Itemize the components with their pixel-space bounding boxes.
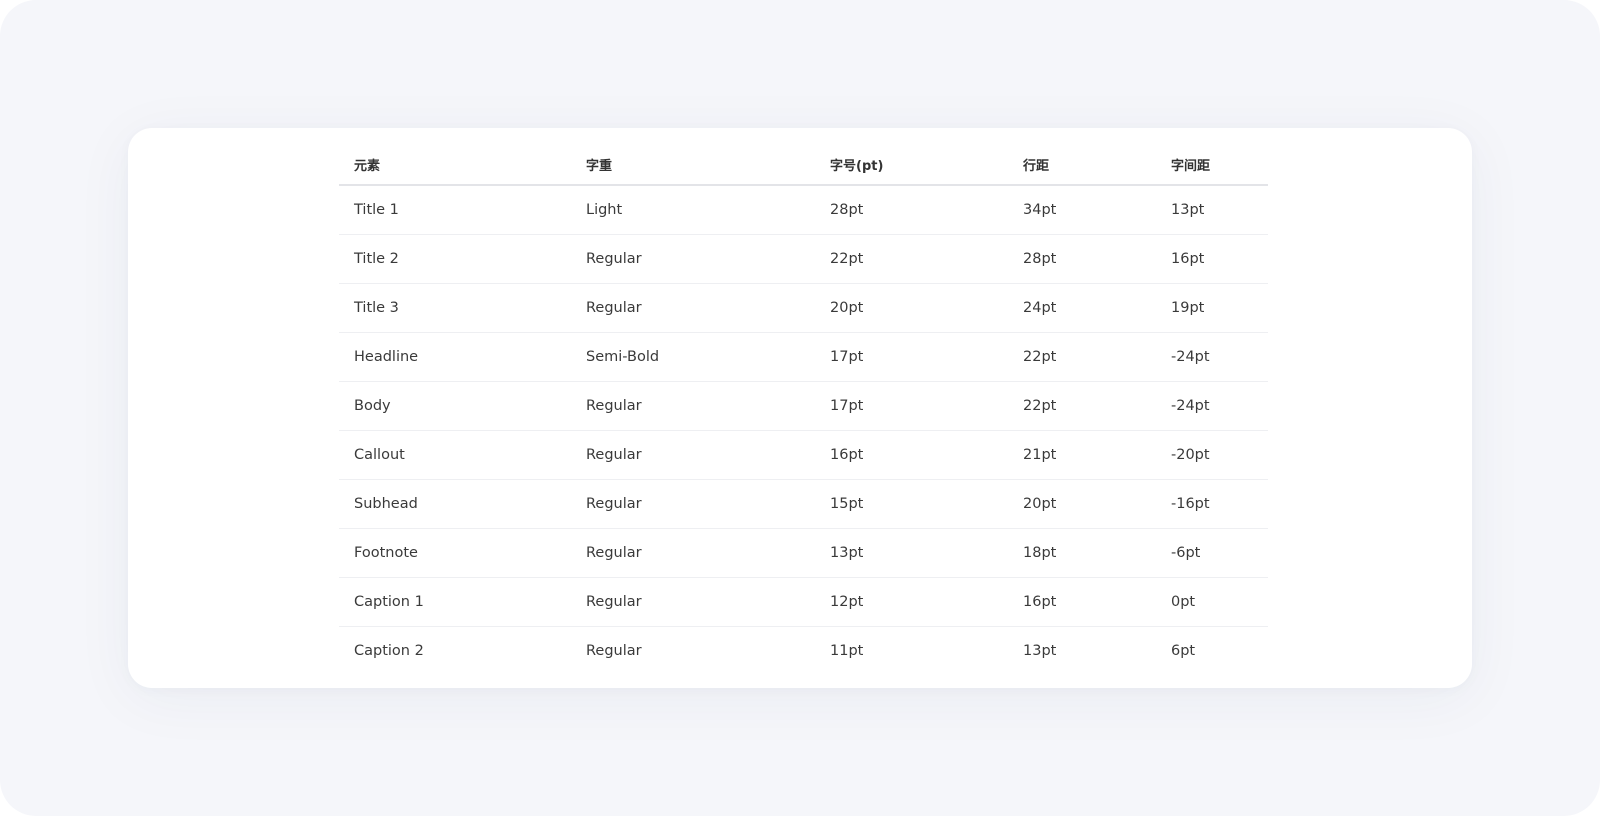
cell-element: Title 2 (339, 234, 571, 284)
cell-size: 13pt (815, 528, 1008, 578)
cell-size: 17pt (815, 332, 1008, 382)
cell-weight: Regular (571, 479, 815, 529)
cell-weight: Regular (571, 381, 815, 431)
cell-letter-spacing: 16pt (1156, 234, 1268, 284)
table-body: Title 1 Light 28pt 34pt 13pt Title 2 Reg… (339, 185, 1268, 675)
page-background: 元素 字重 字号(pt) 行距 字间距 Title 1 Light 28pt 3… (0, 0, 1600, 816)
cell-element: Headline (339, 332, 571, 382)
cell-letter-spacing: -6pt (1156, 528, 1268, 578)
cell-element: Body (339, 381, 571, 431)
cell-line-height: 21pt (1008, 430, 1156, 480)
table-row: Subhead Regular 15pt 20pt -16pt (339, 479, 1268, 529)
cell-letter-spacing: 0pt (1156, 577, 1268, 627)
cell-element: Caption 2 (354, 643, 424, 659)
cell-line-height: 28pt (1008, 234, 1156, 284)
cell-size: 11pt (830, 643, 864, 659)
cell-element: Footnote (339, 528, 571, 578)
header-row: 元素 字重 字号(pt) 行距 字间距 (339, 144, 1268, 186)
cell-letter-spacing: 6pt (1171, 643, 1196, 659)
cell-size: 22pt (815, 234, 1008, 284)
column-header-element: 元素 (339, 144, 571, 186)
cell-letter-spacing: 19pt (1156, 283, 1268, 333)
table-row: Title 3 Regular 20pt 24pt 19pt (339, 283, 1268, 333)
typography-card: 元素 字重 字号(pt) 行距 字间距 Title 1 Light 28pt 3… (128, 128, 1472, 688)
table-row: Headline Semi-Bold 17pt 22pt -24pt (339, 332, 1268, 382)
cell-weight: Regular (571, 283, 815, 333)
cell-line-height: 18pt (1008, 528, 1156, 578)
table-header: 元素 字重 字号(pt) 行距 字间距 (339, 144, 1268, 186)
cell-element: Caption 1 (339, 577, 571, 627)
cell-line-height: 22pt (1008, 381, 1156, 431)
cell-letter-spacing: -16pt (1156, 479, 1268, 529)
cell-element: Title 3 (339, 283, 571, 333)
table-row: Title 2 Regular 22pt 28pt 16pt (339, 234, 1268, 284)
cell-line-height: 13pt (1023, 643, 1057, 659)
cell-element: Subhead (339, 479, 571, 529)
cell-letter-spacing: -24pt (1156, 332, 1268, 382)
cell-weight: Regular (571, 430, 815, 480)
cell-letter-spacing: -24pt (1156, 381, 1268, 431)
cell-weight: Regular (586, 643, 642, 659)
cell-element: Title 1 (339, 185, 571, 235)
cell-line-height: 34pt (1008, 185, 1156, 235)
cell-weight: Semi-Bold (571, 332, 815, 382)
cell-size: 12pt (815, 577, 1008, 627)
cell-size: 17pt (815, 381, 1008, 431)
cell-size: 28pt (815, 185, 1008, 235)
table-row: Body Regular 17pt 22pt -24pt (339, 381, 1268, 431)
table-row: Caption 1 Regular 12pt 16pt 0pt (339, 577, 1268, 627)
table-row: Title 1 Light 28pt 34pt 13pt (339, 185, 1268, 235)
typography-table: 元素 字重 字号(pt) 行距 字间距 Title 1 Light 28pt 3… (339, 144, 1268, 675)
cell-letter-spacing: 13pt (1156, 185, 1268, 235)
column-header-letter-spacing: 字间距 (1156, 144, 1268, 186)
cell-element: Callout (339, 430, 571, 480)
table-row: Caption 2 Regular 11pt 13pt 6pt (339, 627, 1268, 676)
column-header-line-height: 行距 (1008, 144, 1156, 186)
cell-weight: Regular (571, 577, 815, 627)
cell-line-height: 22pt (1008, 332, 1156, 382)
cell-weight: Regular (571, 528, 815, 578)
cell-line-height: 16pt (1008, 577, 1156, 627)
cell-weight: Light (571, 185, 815, 235)
cell-size: 20pt (815, 283, 1008, 333)
table-row: Callout Regular 16pt 21pt -20pt (339, 430, 1268, 480)
cell-line-height: 20pt (1008, 479, 1156, 529)
cell-line-height: 24pt (1008, 283, 1156, 333)
column-header-size: 字号(pt) (815, 144, 1008, 186)
column-header-weight: 字重 (571, 144, 815, 186)
table-row: Footnote Regular 13pt 18pt -6pt (339, 528, 1268, 578)
cell-weight: Regular (571, 234, 815, 284)
cell-letter-spacing: -20pt (1156, 430, 1268, 480)
cell-size: 16pt (815, 430, 1008, 480)
cell-size: 15pt (815, 479, 1008, 529)
